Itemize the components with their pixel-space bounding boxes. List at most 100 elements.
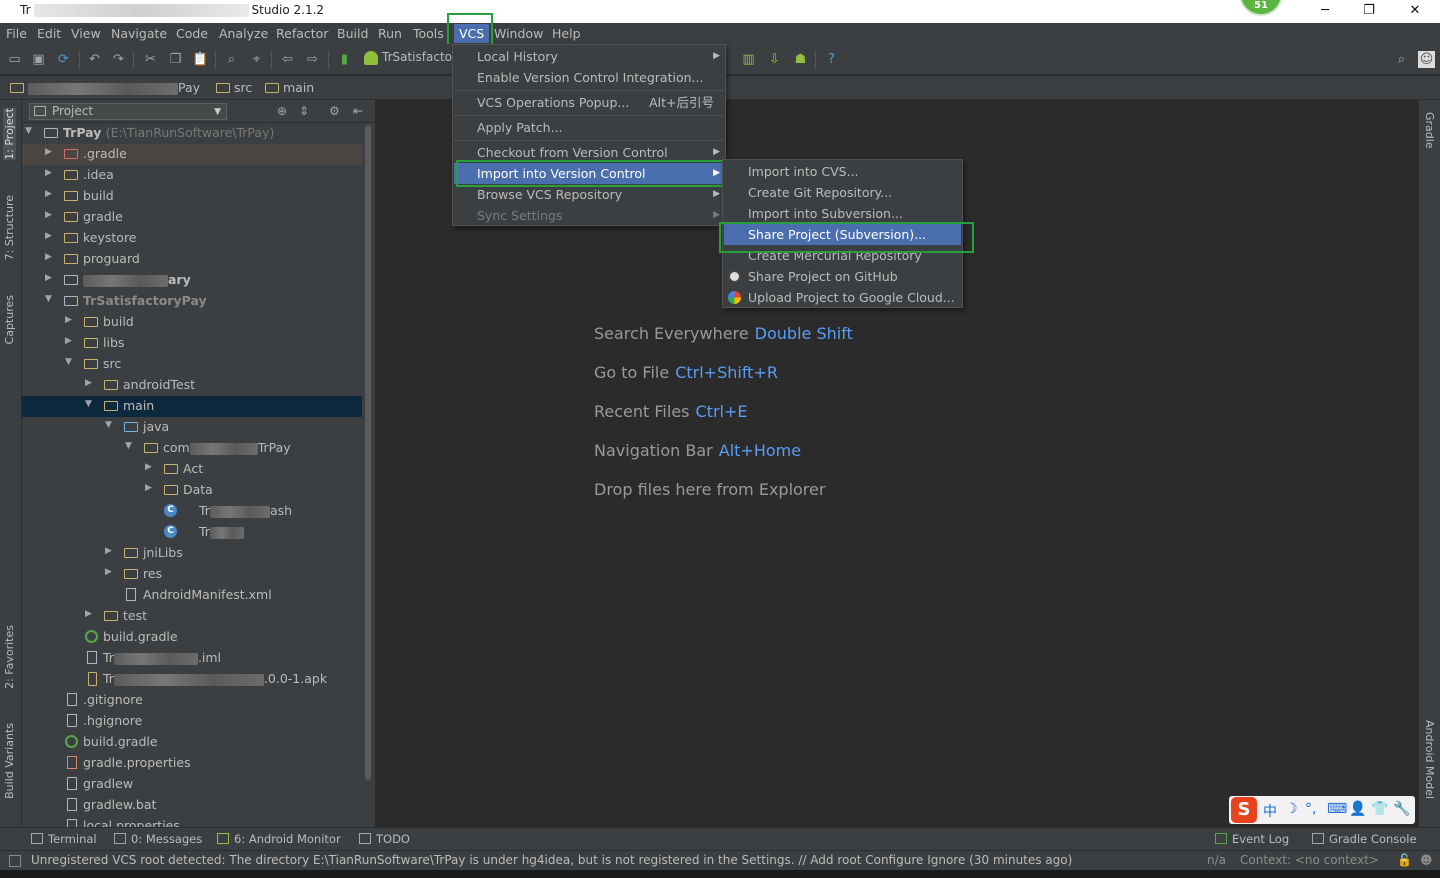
run-configuration-combo[interactable]: TrSatisfacto <box>364 50 452 69</box>
tree-row[interactable]: gradle.properties <box>22 753 362 774</box>
menu-item-enable-vcs[interactable]: Enable Version Control Integration... <box>454 67 724 88</box>
moon-icon[interactable]: ☽ <box>1285 801 1298 817</box>
sync-icon[interactable]: ⟳ <box>55 51 72 68</box>
keyboard-icon[interactable]: ⌨ <box>1327 801 1347 817</box>
tab-captures[interactable]: Captures <box>3 295 16 344</box>
tab-terminal[interactable]: Terminal <box>31 832 97 846</box>
help-icon[interactable]: ? <box>823 51 840 68</box>
tree-row[interactable]: ▼ java <box>22 417 362 438</box>
submenu-import-cvs[interactable]: Import into CVS... <box>724 161 961 182</box>
copy-icon[interactable]: ❐ <box>167 51 184 68</box>
tab-gradle-console[interactable]: Gradle Console <box>1312 832 1417 846</box>
tree-row[interactable]: ▶ build <box>22 312 362 333</box>
tree-row[interactable]: ▼ TrSatisfactoryPay <box>22 291 362 312</box>
tree-row[interactable]: ▶ gradle <box>22 207 362 228</box>
undo-icon[interactable]: ↶ <box>86 51 103 68</box>
skin-icon[interactable]: 👕 <box>1371 801 1388 817</box>
redo-icon[interactable]: ↷ <box>110 51 127 68</box>
scrollbar-thumb[interactable] <box>365 125 371 780</box>
replace-icon[interactable]: ⌖ <box>248 51 265 68</box>
breadcrumb-src[interactable]: src <box>216 80 252 95</box>
tab-favorites[interactable]: 2: Favorites <box>3 625 16 689</box>
tree-row[interactable]: build.gradle <box>22 732 362 753</box>
chevron-down-icon[interactable]: ▼ <box>105 420 112 430</box>
sogou-logo-icon[interactable]: S <box>1231 797 1257 823</box>
tab-build-variants[interactable]: Build Variants <box>3 723 16 799</box>
settings-gear-icon[interactable]: ⚙ <box>329 104 340 118</box>
collapse-all-icon[interactable]: ⇕ <box>299 104 309 118</box>
tree-row[interactable]: ▶ jniLibs <box>22 543 362 564</box>
tree-row[interactable]: ▶ .idea <box>22 165 362 186</box>
chevron-down-icon[interactable]: ▼ <box>65 357 72 367</box>
ime-toolbar[interactable]: S 中 ☽ °, ⌨ 👤 👕 🔧 <box>1229 796 1415 824</box>
menu-view[interactable]: View <box>71 26 101 41</box>
back-icon[interactable]: ⇦ <box>279 51 296 68</box>
tree-row[interactable]: C Tr ash <box>22 501 362 522</box>
chevron-right-icon[interactable]: ▶ <box>45 252 52 262</box>
tree-row[interactable]: gradlew <box>22 774 362 795</box>
menu-file[interactable]: File <box>6 26 27 41</box>
submenu-import-svn[interactable]: Import into Subversion... <box>724 203 961 224</box>
tree-row-root[interactable]: ▼ TrPay (E:\TianRunSoftware\TrPay) <box>22 123 362 144</box>
tree-row[interactable]: ▶ keystore <box>22 228 362 249</box>
chevron-right-icon[interactable]: ▶ <box>85 609 92 619</box>
tab-android-monitor[interactable]: 6: Android Monitor <box>217 832 341 846</box>
chevron-right-icon[interactable]: ▶ <box>65 315 72 325</box>
tab-event-log[interactable]: Event Log <box>1215 832 1289 846</box>
forward-icon[interactable]: ⇨ <box>304 51 321 68</box>
tree-row[interactable]: ▶ libs <box>22 333 362 354</box>
scroll-from-source-icon[interactable]: ⊕ <box>277 104 287 118</box>
tree-row[interactable]: ▶ ary <box>22 270 362 291</box>
cut-icon[interactable]: ✂ <box>142 51 159 68</box>
tree-row[interactable]: AndroidManifest.xml <box>22 585 362 606</box>
menu-run[interactable]: Run <box>378 26 402 41</box>
breadcrumb-project[interactable]: Pay <box>10 80 200 95</box>
tree-row[interactable]: ▶ proguard <box>22 249 362 270</box>
tab-gradle[interactable]: Gradle <box>1423 112 1436 149</box>
menu-code[interactable]: Code <box>176 26 208 41</box>
chevron-right-icon[interactable]: ▶ <box>105 567 112 577</box>
chevron-right-icon[interactable]: ▶ <box>145 462 152 472</box>
avd-manager-icon[interactable]: ▥ <box>740 51 757 68</box>
menu-tools[interactable]: Tools <box>413 26 444 41</box>
open-folder-icon[interactable]: ▭ <box>6 51 23 68</box>
submenu-create-git[interactable]: Create Git Repository... <box>724 182 961 203</box>
user-avatar-icon[interactable]: ☺ <box>1418 51 1435 68</box>
tree-row[interactable]: ▶ test <box>22 606 362 627</box>
tree-row[interactable]: .hgignore <box>22 711 362 732</box>
status-message[interactable]: Unregistered VCS root detected: The dire… <box>31 853 1072 867</box>
menu-item-vcs-operations-popup[interactable]: VCS Operations Popup... Alt+后引号 <box>454 92 724 113</box>
tree-row[interactable]: local.properties <box>22 816 362 827</box>
tree-row[interactable]: ▼ src <box>22 354 362 375</box>
submenu-share-github[interactable]: Share Project on GitHub <box>724 266 961 287</box>
status-toggle-icon[interactable] <box>9 855 21 867</box>
tree-row[interactable]: ▶ res <box>22 564 362 585</box>
tab-project[interactable]: 1: Project <box>3 108 16 160</box>
hide-panel-icon[interactable]: ⇤ <box>353 104 363 118</box>
chevron-right-icon[interactable]: ▶ <box>45 231 52 241</box>
inspector-icon[interactable]: ☻ <box>1420 853 1433 867</box>
chevron-down-icon[interactable]: ▼ <box>45 294 52 304</box>
chevron-right-icon[interactable]: ▶ <box>45 147 52 157</box>
restore-button[interactable]: ❐ <box>1346 1 1392 21</box>
lock-icon[interactable]: 🔓 <box>1397 853 1412 867</box>
tree-row[interactable]: ▶ androidTest <box>22 375 362 396</box>
android-device-monitor-icon[interactable]: ☗ <box>792 51 809 68</box>
tab-todo[interactable]: TODO <box>359 832 410 846</box>
tree-row[interactable]: Tr .iml <box>22 648 362 669</box>
close-button[interactable]: ✕ <box>1392 1 1438 21</box>
menu-item-local-history[interactable]: Local History ▶ <box>454 46 724 67</box>
menu-analyze[interactable]: Analyze <box>219 26 268 41</box>
chevron-down-icon[interactable]: ▼ <box>85 399 92 409</box>
menu-item-browse-vcs[interactable]: Browse VCS Repository ▶ <box>454 184 724 205</box>
user-icon[interactable]: 👤 <box>1349 801 1366 817</box>
project-view-selector[interactable]: Project ▼ <box>29 103 227 120</box>
submenu-google-cloud[interactable]: Upload Project to Google Cloud... <box>724 287 961 308</box>
submenu-share-svn[interactable]: Share Project (Subversion)... <box>724 224 961 245</box>
menu-item-import-into-vcs[interactable]: Import into Version Control ▶ <box>454 163 724 184</box>
menu-refactor[interactable]: Refactor <box>276 26 328 41</box>
tree-row[interactable]: build.gradle <box>22 627 362 648</box>
tab-messages[interactable]: 0: Messages <box>114 832 202 846</box>
wrench-icon[interactable]: 🔧 <box>1393 801 1410 817</box>
menu-window[interactable]: Window <box>494 26 543 41</box>
